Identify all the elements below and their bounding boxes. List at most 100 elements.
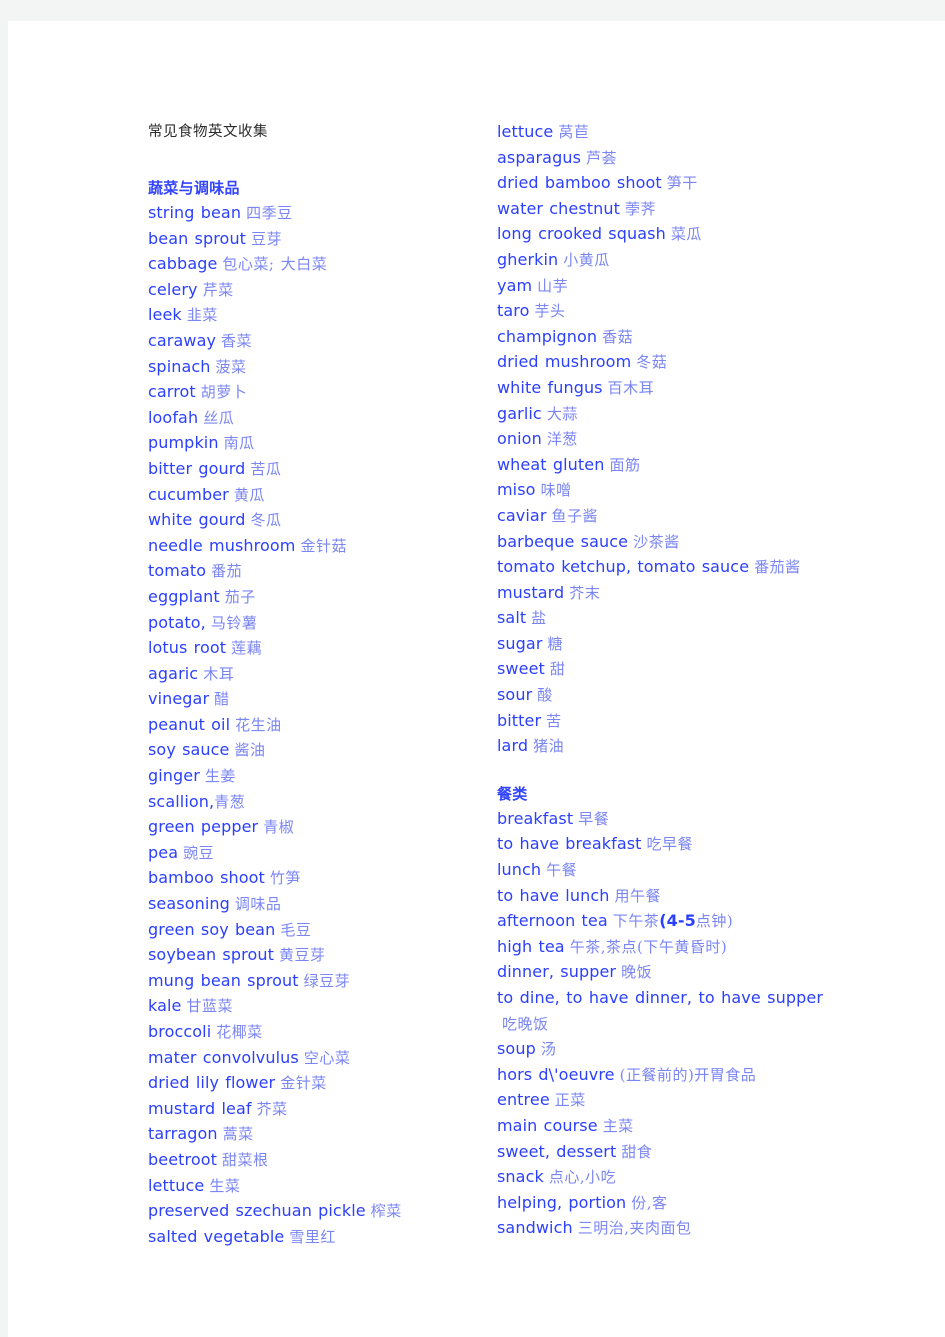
section-heading-vegetables: 蔬菜与调味品 [148,179,240,197]
entry-term-chinese: 毛豆 [280,920,312,939]
entry-term-english: snack [497,1167,544,1187]
entry-term-english: salted vegetable [148,1226,285,1246]
entry-term-chinese: 韭菜 [186,306,218,325]
entry-term-english: dried bamboo shoot [497,173,662,193]
glossary-entry: salt 盐 [497,606,823,632]
entry-term-english: green soy bean [148,919,276,939]
entry-term-chinese: 青葱 [214,792,246,811]
entry-term-chinese: 晚饭 [621,963,653,982]
entry-term-chinese: 番茄酱 [754,558,801,577]
glossary-entry: pumpkin 南瓜 [148,431,478,457]
glossary-entry: tarragon 蒿菜 [148,1122,478,1148]
entry-term-english: potato, [148,612,206,632]
entry-term-chinese: 甘蓝菜 [186,997,233,1016]
entry-term-english: dinner, supper [497,962,617,982]
glossary-entry: asparagus 芦荟 [497,146,823,172]
entry-term-english: bitter gourd [148,458,246,478]
entry-list-meals: breakfast 早餐 to have breakfast 吃早餐 lunch 午… [497,807,823,1242]
entry-term-english: scallion, [148,791,215,811]
glossary-entry: bean sprout 豆芽 [148,227,478,253]
entry-term-chinese: 猪油 [533,737,565,756]
entry-term-chinese: 荸荠 [625,199,657,218]
entry-list-vegetables-continued: lettuce 莴苣 asparagus 芦荟 dried bamboo shoot… [497,120,823,760]
glossary-entry: sweet, dessert 甜食 [497,1140,823,1166]
glossary-entry: vinegar 醋 [148,687,478,713]
entry-term-english: to have lunch [497,885,610,905]
glossary-entry: seasoning 调味品 [148,892,478,918]
glossary-entry: cucumber 黄瓜 [148,483,478,509]
entry-term-english: barbeque sauce [497,531,629,551]
entry-term-english: sugar [497,633,543,653]
glossary-entry: mustard leaf 芥菜 [148,1097,478,1123]
glossary-entry: lettuce 莴苣 [497,120,823,146]
glossary-entry: kale 甘蓝菜 [148,994,478,1020]
entry-term-english: leek [148,305,182,325]
glossary-entry: sandwich 三明治,夹肉面包 [497,1216,823,1242]
entry-term-english: spinach [148,356,211,376]
entry-term-chinese: 面筋 [609,455,641,474]
glossary-entry: bitter gourd 苦瓜 [148,457,478,483]
glossary-entry: long crooked squash 菜瓜 [497,222,823,248]
entry-term-chinese: 吃早餐 [646,835,694,854]
entry-term-english: bamboo shoot [148,868,265,888]
entry-term-english: kale [148,996,182,1016]
glossary-entry: barbeque sauce 沙茶酱 [497,530,823,556]
entry-term-english: to dine, to have dinner, to have supper [497,988,823,1007]
entry-term-english: pea [148,842,179,862]
entry-term-english: entree [497,1090,550,1110]
glossary-entry: entree 正菜 [497,1088,823,1114]
entry-term-english: cabbage [148,254,218,274]
entry-term-chinese: 四季豆 [246,204,293,222]
entry-term-english: garlic [497,403,542,423]
glossary-entry: yam 山芋 [497,274,823,300]
entry-term-english: high tea [497,936,565,956]
entry-term-chinese: 金针菇 [300,536,347,555]
glossary-entry: tomato ketchup, tomato sauce 番茄酱 [497,555,823,581]
entry-term-chinese: 包心菜; 大白菜 [222,255,328,274]
entry-term-english: preserved szechuan pickle [148,1201,366,1221]
entry-term-english: soup [497,1039,536,1059]
entry-term-english: white gourd [148,510,246,530]
entry-term-english: breakfast [497,808,574,828]
entry-term-english: bean sprout [148,228,247,248]
entry-term-english: sweet [497,659,545,679]
entry-term-english: ginger [148,766,200,786]
glossary-entry: leek 韭菜 [148,303,478,329]
glossary-entry: ginger 生姜 [148,764,478,790]
entry-term-chinese: 沙茶酱 [633,532,680,551]
right-column: lettuce 莴苣 asparagus 芦荟 dried bamboo shoot… [497,120,823,1242]
entry-term-chinese: 芥菜 [256,1099,288,1118]
glossary-entry: lettuce 生菜 [148,1174,478,1200]
entry-term-chinese: 味噌 [540,481,572,500]
entry-term-chinese: 三明治,夹肉面包 [577,1219,692,1238]
glossary-entry: celery 芹菜 [148,278,478,304]
entry-term-english: lard [497,736,529,756]
entry-term-english: sweet, dessert [497,1141,617,1161]
entry-term-chinese: 金针菜 [280,1074,327,1093]
entry-term-chinese: 冬菇 [636,353,668,372]
entry-term-chinese: 调味品 [234,895,282,914]
entry-term-english: seasoning [148,894,230,914]
glossary-entry: mung bean sprout 绿豆芽 [148,969,478,995]
entry-term-english: long crooked squash [497,224,666,244]
glossary-entry: pea 豌豆 [148,841,478,867]
glossary-entry: eggplant 茄子 [148,585,478,611]
glossary-entry: scallion,青葱 [148,790,478,816]
entry-term-english: tomato [148,561,207,581]
entry-list-vegetables: string bean 四季豆 bean sprout 豆芽 cabbage 包心菜… [148,201,478,1250]
entry-term-english: agaric [148,663,199,683]
glossary-entry: agaric 木耳 [148,662,478,688]
entry-term-chinese: 洋葱 [546,430,578,449]
glossary-entry: lard 猪油 [497,734,823,760]
entry-term-chinese: 黄瓜 [233,485,265,504]
entry-term-chinese: 用午餐 [614,886,661,905]
glossary-entry: dried lily flower 金针菜 [148,1071,478,1097]
document-page: 常见食物英文收集 蔬菜与调味品 string bean 四季豆 bean spro… [8,21,945,1337]
glossary-entry: white gourd 冬瓜 [148,508,478,534]
entry-term-english: soybean sprout [148,945,274,965]
entry-term-chinese: 青椒 [263,818,295,837]
glossary-entry: loofah 丝瓜 [148,406,478,432]
entry-term-english: hors d\'oeuvre [497,1064,615,1084]
entry-term-chinese: 午茶,茶点(下午黄昏时) [569,937,728,956]
glossary-entry: tomato 番茄 [148,559,478,585]
